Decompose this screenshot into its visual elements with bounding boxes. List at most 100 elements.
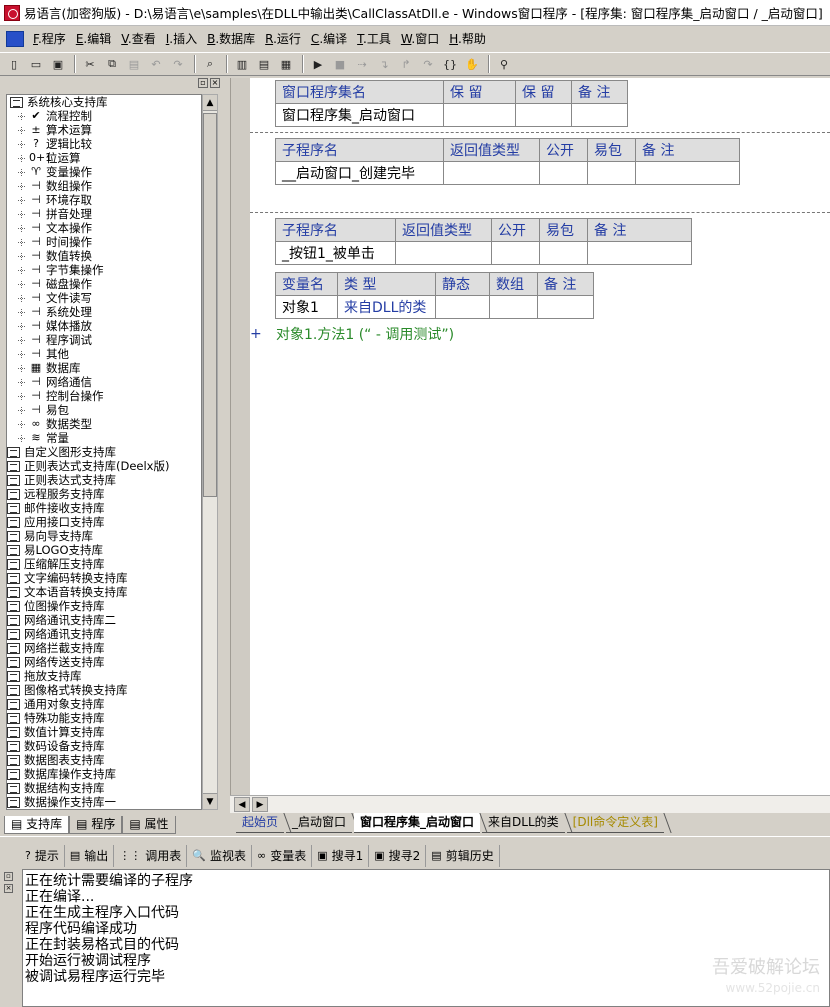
var-name-cell[interactable]: 对象1	[275, 295, 338, 319]
menu-item-f[interactable]: F.程序	[28, 29, 71, 49]
expand-icon[interactable]	[17, 322, 26, 331]
var-type-cell[interactable]: 来自DLL的类	[337, 295, 436, 319]
expand-icon[interactable]	[17, 126, 26, 135]
tree-library-item[interactable]: 易向导支持库	[7, 529, 201, 543]
tree-library-item[interactable]: 位图操作支持库	[7, 599, 201, 613]
tree-library-item[interactable]: 应用接口支持库	[7, 515, 201, 529]
find-icon[interactable]: ⌕	[200, 55, 220, 73]
expand-icon[interactable]	[17, 350, 26, 359]
step-icon[interactable]: ⇢	[352, 55, 372, 73]
tree-library-item[interactable]: 文本语音转换支持库	[7, 585, 201, 599]
bottom-tab-0[interactable]: ? 提示	[20, 845, 65, 867]
expand-icon[interactable]	[17, 154, 26, 163]
expand-icon[interactable]	[17, 112, 26, 121]
menu-item-h[interactable]: H.帮助	[444, 29, 491, 49]
panel-close-icon[interactable]: ×	[4, 884, 13, 893]
editor-tab-4[interactable]: [Dll命令定义表]	[566, 813, 664, 833]
search-tool-icon[interactable]: ⚲	[494, 55, 514, 73]
expand-icon[interactable]	[17, 238, 26, 247]
return-type-cell[interactable]	[395, 241, 492, 265]
tree-library-item[interactable]: 易LOGO支持库	[7, 543, 201, 557]
left-tab-2[interactable]: ▤ 属性	[122, 816, 176, 834]
code-line[interactable]: 对象1.方法1 (“ - 调用测试”)	[276, 324, 454, 344]
static-cell[interactable]	[435, 295, 490, 319]
left-tab-1[interactable]: ▤ 程序	[69, 816, 123, 834]
bottom-tab-4[interactable]: ∞ 变量表	[252, 845, 313, 867]
tree-category-item[interactable]: ⊣ 数值转换	[7, 249, 201, 263]
panel-close-icon[interactable]: ×	[210, 78, 220, 88]
tree-category-item[interactable]: ≋ 常量	[7, 431, 201, 445]
expand-icon[interactable]	[17, 196, 26, 205]
return-type-cell[interactable]	[443, 161, 540, 185]
tree-library-item[interactable]: 远程服务支持库	[7, 487, 201, 501]
expand-icon[interactable]	[17, 140, 26, 149]
tree-category-item[interactable]: ⊣ 其他	[7, 347, 201, 361]
tree-library-item[interactable]: 邮件接收支持库	[7, 501, 201, 515]
expand-icon[interactable]	[17, 168, 26, 177]
library-tree[interactable]: 系统核心支持库 ✔ 流程控制 ± 算术运算? 逻辑比较 0+1 位运算 ♈ 变量操作 ⊣ 数组操作 ⊣ 环…	[6, 94, 202, 810]
tree-library-item[interactable]: 网络拦截支持库	[7, 641, 201, 655]
tree-category-item[interactable]: ⊣ 程序调试	[7, 333, 201, 347]
menu-item-v[interactable]: V.查看	[116, 29, 161, 49]
redo-icon[interactable]: ↷	[168, 55, 188, 73]
expand-icon[interactable]	[17, 406, 26, 415]
tree-root-core-library[interactable]: 系统核心支持库	[7, 95, 201, 109]
tree-library-item[interactable]: 网络通讯支持库二	[7, 613, 201, 627]
expand-icon[interactable]	[17, 364, 26, 373]
run-icon[interactable]: ▶	[308, 55, 328, 73]
tree-category-item[interactable]: ⊣ 网络通信	[7, 375, 201, 389]
tree-category-item[interactable]: ⊣ 媒体播放	[7, 319, 201, 333]
expand-icon[interactable]	[17, 336, 26, 345]
tree-library-item[interactable]: 网络通讯支持库	[7, 627, 201, 641]
tree-library-item[interactable]: 正则表达式支持库	[7, 473, 201, 487]
tree-library-item[interactable]: 图像格式转换支持库	[7, 683, 201, 697]
editor-tab-1[interactable]: _启动窗口	[286, 813, 353, 833]
bottom-tab-3[interactable]: 🔍 监视表	[187, 845, 253, 867]
tree-category-item[interactable]: ⊣ 时间操作	[7, 235, 201, 249]
menu-item-w[interactable]: W.窗口	[396, 29, 444, 49]
array-cell[interactable]	[489, 295, 538, 319]
expand-icon[interactable]	[17, 378, 26, 387]
bottom-tab-5[interactable]: ▣ 搜寻1	[312, 845, 370, 867]
expand-icon[interactable]	[17, 434, 26, 443]
reserved-cell[interactable]	[443, 103, 516, 127]
tree-library-item[interactable]: 通用对象支持库	[7, 697, 201, 711]
layout-2-icon[interactable]: ▤	[254, 55, 274, 73]
expand-icon[interactable]	[17, 420, 26, 429]
tree-category-item[interactable]: ⊣ 系统处理	[7, 305, 201, 319]
step-out-icon[interactable]: ↱	[396, 55, 416, 73]
scroll-up-icon[interactable]: ▲	[203, 95, 217, 111]
menu-item-e[interactable]: E.编辑	[71, 29, 116, 49]
expand-icon[interactable]	[17, 252, 26, 261]
epackage-cell[interactable]	[539, 241, 588, 265]
tree-library-item[interactable]: 自定义图形支持库	[7, 445, 201, 459]
step-over-icon[interactable]: ↷	[418, 55, 438, 73]
tree-category-item[interactable]: ⊣ 文本操作	[7, 221, 201, 235]
expand-icon[interactable]	[17, 280, 26, 289]
tree-category-item[interactable]: ⊣ 磁盘操作	[7, 277, 201, 291]
sub-name-cell[interactable]: __启动窗口_创建完毕	[275, 161, 444, 185]
library-scrollbar[interactable]: ▲ ▼	[202, 94, 218, 810]
menu-logo-icon[interactable]	[6, 31, 24, 47]
expand-icon[interactable]	[17, 392, 26, 401]
bottom-tab-6[interactable]: ▣ 搜寻2	[369, 845, 427, 867]
epackage-cell[interactable]	[587, 161, 636, 185]
assembly-name-cell[interactable]: 窗口程序集_启动窗口	[275, 103, 444, 127]
reserved-cell[interactable]	[515, 103, 572, 127]
paste-icon[interactable]: ▤	[124, 55, 144, 73]
sub-name-cell[interactable]: _按钮1_被单击	[275, 241, 396, 265]
code-editor[interactable]: 窗口程序集名 保 留 保 留 备 注 窗口程序集_启动窗口 子程序名 返回值类型…	[250, 78, 830, 795]
editor-tab-3[interactable]: 来自DLL的类	[482, 813, 565, 833]
remark-cell[interactable]	[635, 161, 740, 185]
editor-hscrollbar[interactable]: ◀ ▶	[230, 795, 830, 813]
expand-icon[interactable]	[17, 182, 26, 191]
tree-category-item[interactable]: ± 算术运算	[7, 123, 201, 137]
hand-icon[interactable]: ✋	[462, 55, 482, 73]
layout-1-icon[interactable]: ▥	[232, 55, 252, 73]
tree-library-item[interactable]: 文字编码转换支持库	[7, 571, 201, 585]
bottom-tab-1[interactable]: ▤ 输出	[65, 845, 115, 867]
menu-item-c[interactable]: C.编译	[306, 29, 352, 49]
tree-library-item[interactable]: 压缩解压支持库	[7, 557, 201, 571]
tree-category-item[interactable]: 0+1 位运算	[7, 151, 201, 165]
undo-icon[interactable]: ↶	[146, 55, 166, 73]
